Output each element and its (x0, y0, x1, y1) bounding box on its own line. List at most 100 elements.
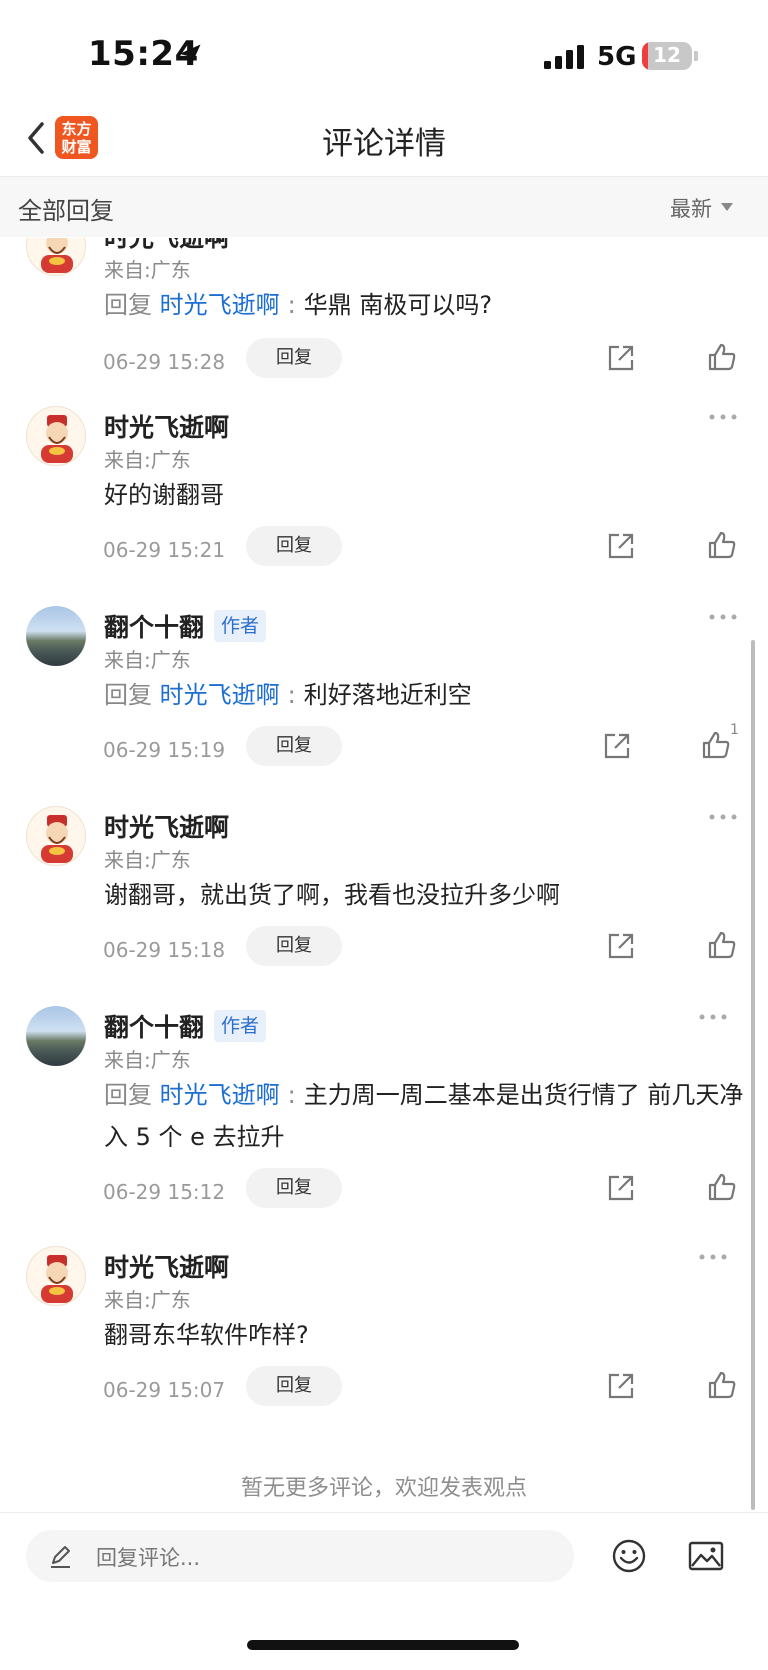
like-icon[interactable] (700, 729, 732, 761)
username[interactable]: 时光飞逝啊 (104, 1248, 229, 1284)
username[interactable]: 时光飞逝啊 (104, 238, 229, 254)
emoji-icon[interactable] (611, 1538, 647, 1574)
avatar[interactable] (26, 1006, 86, 1066)
comment-content: 利好落地近利空 (303, 681, 472, 709)
comment-item: 时光飞逝啊 来自:广东 谢翻哥，就出货了啊，我看也没拉升多少啊 06-29 15… (0, 798, 768, 998)
comment-text: 回复 时光飞逝啊: 主力周一周二基本是出货行情了 前几天净入 5 个 e 去拉升 (104, 1074, 744, 1158)
all-replies-label: 全部回复 (18, 197, 114, 225)
sort-bar: 全部回复 最新 (0, 177, 768, 237)
location: 来自:广东 (104, 848, 191, 872)
comment-date: 06-29 15:18 (103, 938, 226, 962)
more-icon[interactable] (698, 1252, 728, 1262)
location: 来自:广东 (104, 1048, 191, 1072)
username[interactable]: 时光飞逝啊 (104, 808, 229, 844)
reply-button[interactable]: 回复 (246, 1168, 342, 1208)
comment-date: 06-29 15:28 (103, 350, 226, 374)
more-icon[interactable] (708, 412, 738, 422)
reply-word: 回复 (104, 1081, 152, 1109)
comment-content: 谢翻哥，就出货了啊，我看也没拉升多少啊 (104, 881, 560, 909)
scrollbar[interactable] (751, 640, 755, 1510)
avatar[interactable] (26, 406, 86, 466)
location-arrow-icon (179, 44, 201, 66)
more-icon[interactable] (698, 1012, 728, 1022)
network-type: 5G (597, 42, 637, 72)
reply-target[interactable]: 时光飞逝啊 (160, 681, 280, 709)
reply-button[interactable]: 回复 (246, 526, 342, 566)
username[interactable]: 翻个十翻 (104, 608, 204, 644)
share-icon[interactable] (606, 531, 636, 561)
comment-list[interactable]: 时光飞逝啊 来自:广东 回复 时光飞逝啊:华鼎 南极可以吗? 06-29 15:… (0, 238, 768, 1524)
username[interactable]: 翻个十翻 (104, 1008, 204, 1044)
battery-tip (694, 51, 698, 61)
share-icon[interactable] (606, 1371, 636, 1401)
like-icon[interactable] (706, 1369, 738, 1401)
signal-icon (544, 45, 584, 69)
nav-bar: 东方 财富 评论详情 (0, 110, 768, 177)
share-icon[interactable] (606, 343, 636, 373)
avatar[interactable] (26, 238, 86, 276)
page-title: 评论详情 (322, 126, 446, 162)
avatar-fortune-god-icon (41, 815, 73, 863)
comment-item: 时光飞逝啊 来自:广东 翻哥东华软件咋样? 06-29 15:07 回复 (0, 1238, 768, 1438)
comment-date: 06-29 15:07 (103, 1378, 226, 1402)
location: 来自:广东 (104, 1288, 191, 1312)
battery-level: 12 (653, 43, 681, 67)
comment-item: 时光飞逝啊 来自:广东 好的谢翻哥 06-29 15:21 回复 (0, 398, 768, 598)
more-icon[interactable] (708, 612, 738, 622)
reply-word: 回复 (104, 291, 152, 319)
avatar-fortune-god-icon (41, 415, 73, 463)
comment-text: 回复 时光飞逝啊: 华鼎 南极可以吗? (104, 284, 744, 326)
reply-comment-input[interactable]: 回复评论... (26, 1530, 574, 1582)
comment-text: 翻哥东华软件咋样? (104, 1314, 744, 1356)
share-icon[interactable] (606, 931, 636, 961)
comment-date: 06-29 15:12 (103, 1180, 226, 1204)
caret-down-icon[interactable] (721, 203, 733, 211)
avatar[interactable] (26, 806, 86, 866)
comment-item: 翻个十翻 作者 来自:广东 回复 时光飞逝啊: 利好落地近利空 06-29 15:… (0, 598, 768, 798)
sort-order-dropdown[interactable]: 最新 (670, 193, 712, 223)
input-placeholder: 回复评论... (96, 1546, 201, 1570)
share-icon[interactable] (602, 731, 632, 761)
image-icon[interactable] (688, 1540, 724, 1572)
comment-content: 华鼎 南极可以吗? (303, 291, 493, 319)
username[interactable]: 时光飞逝啊 (104, 408, 229, 444)
like-icon[interactable] (706, 529, 738, 561)
no-more-comments-note: 暂无更多评论，欢迎发表观点 (240, 1476, 527, 1501)
comment-text: 回复 时光飞逝啊: 利好落地近利空 (104, 674, 744, 716)
author-badge: 作者 (214, 610, 267, 642)
pen-icon (51, 1546, 70, 1568)
share-icon[interactable] (606, 1173, 636, 1203)
reply-colon: : (287, 1081, 296, 1109)
like-count: 1 (730, 722, 739, 738)
like-icon[interactable] (706, 929, 738, 961)
like-icon[interactable] (706, 341, 738, 373)
home-indicator[interactable] (247, 1640, 519, 1650)
location: 来自:广东 (104, 448, 191, 472)
battery-indicator: 12 (642, 42, 692, 70)
avatar[interactable] (26, 606, 86, 666)
avatar[interactable] (26, 1246, 86, 1306)
avatar-fortune-god-icon (41, 238, 73, 273)
author-badge: 作者 (214, 1010, 267, 1042)
location: 来自:广东 (104, 648, 191, 672)
comment-item: 翻个十翻 作者 来自:广东 回复 时光飞逝啊: 主力周一周二基本是出货行情了 前几… (0, 998, 768, 1238)
reply-button[interactable]: 回复 (246, 1366, 342, 1406)
reply-colon: : (287, 291, 296, 319)
like-icon[interactable] (706, 1171, 738, 1203)
reply-button[interactable]: 回复 (246, 726, 342, 766)
reply-target[interactable]: 时光飞逝啊 (160, 1081, 280, 1109)
comment-text: 好的谢翻哥 (104, 474, 744, 516)
avatar-fortune-god-icon (41, 1255, 73, 1303)
reply-target[interactable]: 时光飞逝啊 (160, 291, 280, 319)
comment-text: 谢翻哥，就出货了啊，我看也没拉升多少啊 (104, 874, 744, 916)
reply-button[interactable]: 回复 (246, 338, 342, 378)
comment-content: 好的谢翻哥 (104, 481, 224, 509)
status-bar: 15:24 5G 12 (0, 0, 768, 110)
comment-item: 时光飞逝啊 来自:广东 回复 时光飞逝啊:华鼎 南极可以吗? 06-29 15:… (0, 238, 768, 408)
comment-content: 翻哥东华软件咋样? (104, 1321, 309, 1349)
reply-colon: : (287, 681, 296, 709)
more-icon[interactable] (708, 812, 738, 822)
comment-date: 06-29 15:21 (103, 538, 226, 562)
reply-button[interactable]: 回复 (246, 926, 342, 966)
comment-date: 06-29 15:19 (103, 738, 226, 762)
